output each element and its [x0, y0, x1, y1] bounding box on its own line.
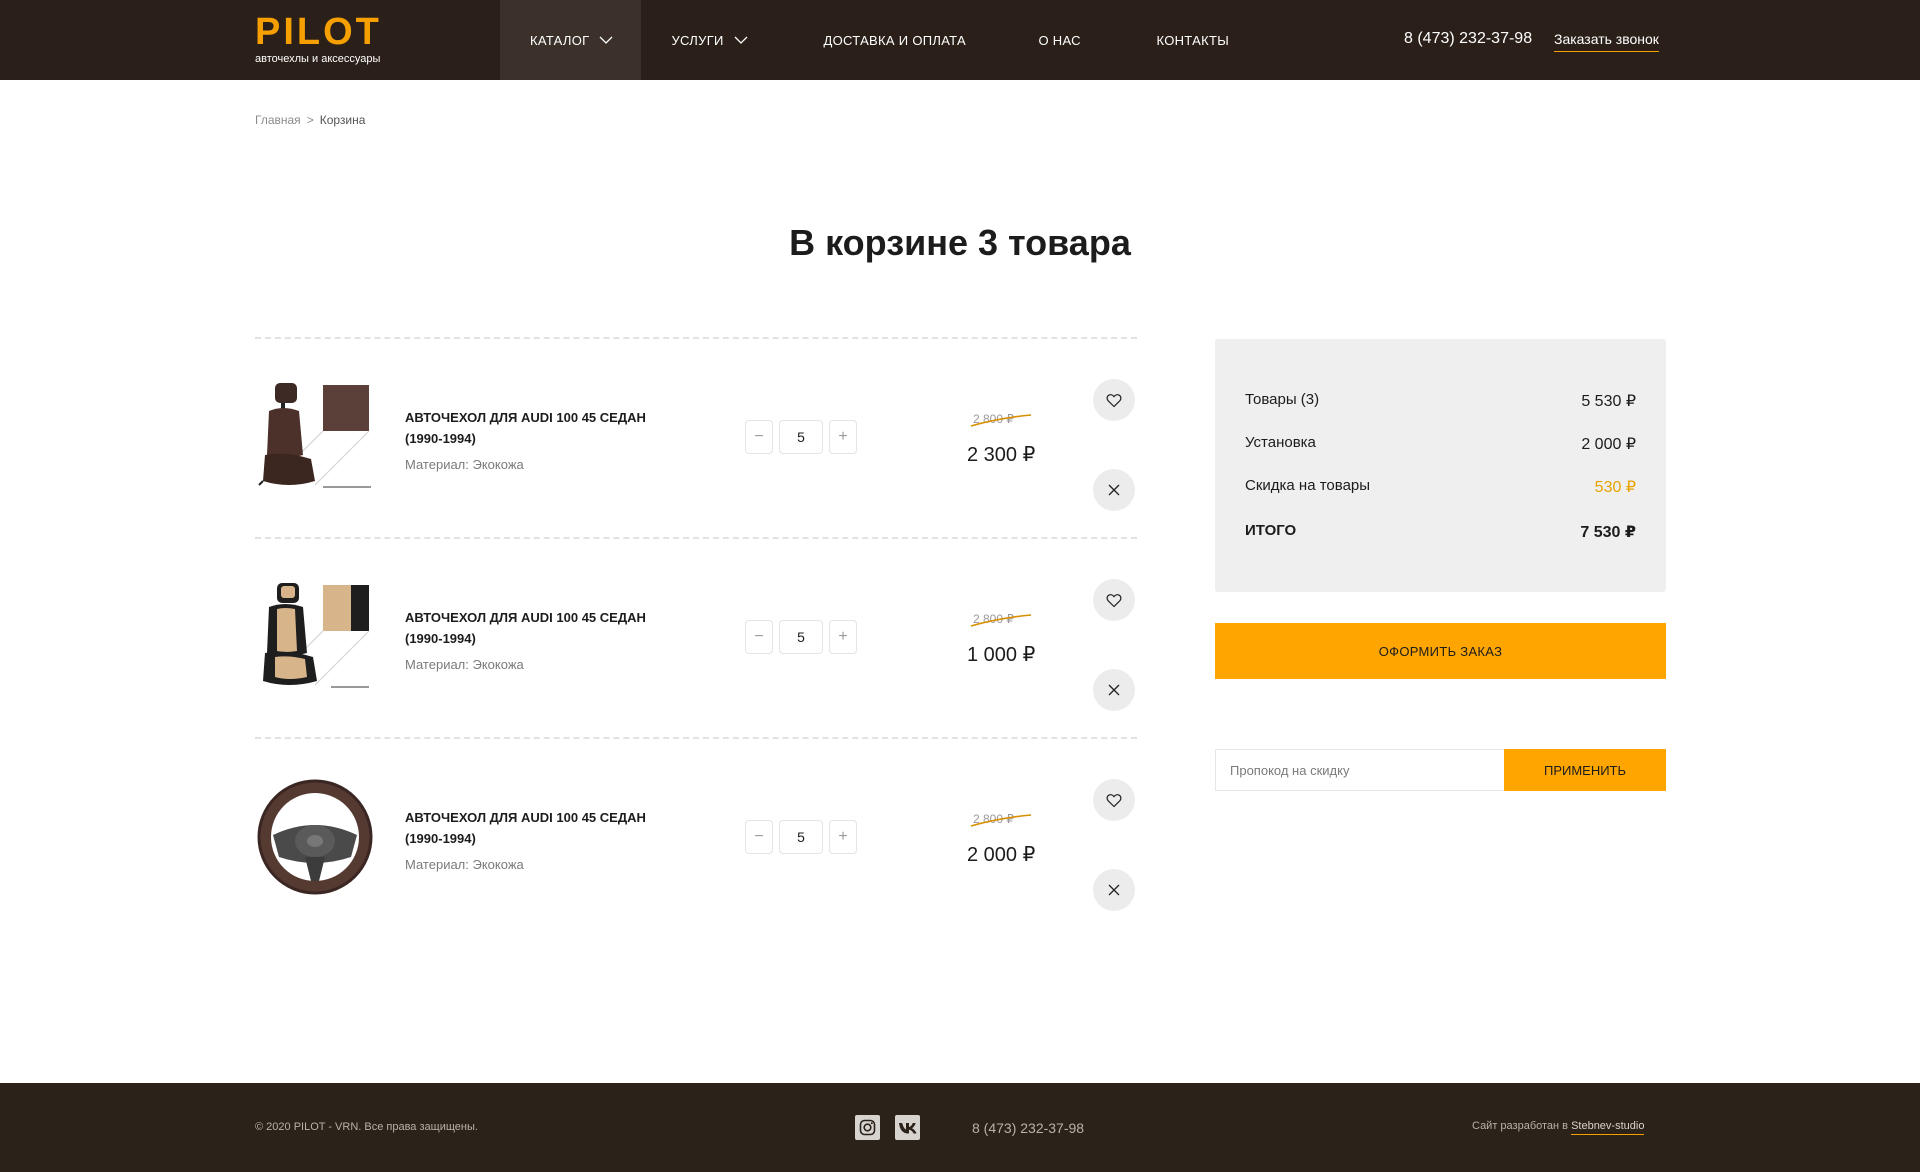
quantity-input[interactable]: 5 — [779, 420, 823, 454]
product-material: Материал: Экокожа — [405, 857, 524, 872]
nav-item-about[interactable]: О НАС — [1038, 0, 1156, 80]
product-name[interactable]: АВТОЧЕХОЛ ДЛЯ AUDI 100 45 СЕДАН (1990-19… — [405, 407, 665, 449]
brown-seat-cover-image[interactable] — [255, 377, 375, 497]
copyright: © 2020 PILOT - VRN. Все права защищены. — [255, 1121, 478, 1133]
credit-prefix: Сайт разработан в — [1472, 1120, 1568, 1132]
chevron-down-icon — [599, 34, 613, 46]
cart-item: АВТОЧЕХОЛ ДЛЯ AUDI 100 45 СЕДАН (1990-19… — [255, 737, 1137, 937]
apply-promo-button[interactable]: ПРИМЕНИТЬ — [1504, 749, 1666, 791]
product-name[interactable]: АВТОЧЕХОЛ ДЛЯ AUDI 100 45 СЕДАН (1990-19… — [405, 607, 665, 649]
nav-item-label: КОНТАКТЫ — [1156, 32, 1230, 48]
increase-quantity-button[interactable]: + — [829, 420, 857, 454]
summary-install-label: Установка — [1245, 434, 1316, 451]
decrease-quantity-button[interactable]: − — [745, 620, 773, 654]
summary-total-label: ИТОГО — [1245, 522, 1297, 539]
favorite-button[interactable] — [1093, 779, 1135, 821]
current-price: 2 300 ₽ — [967, 444, 1036, 466]
nav-item-delivery[interactable]: ДОСТАВКА И ОПЛАТА — [821, 0, 1038, 80]
breadcrumb-home[interactable]: Главная — [255, 113, 301, 127]
strikethrough-mark — [970, 414, 1032, 427]
product-material: Материал: Экокожа — [405, 657, 524, 672]
quantity-stepper: − 5 + — [745, 420, 857, 454]
favorite-button[interactable] — [1093, 579, 1135, 621]
breadcrumb: Главная > Корзина — [255, 113, 365, 127]
heart-icon — [1106, 593, 1122, 607]
summary-install-value: 2 000 ₽ — [1581, 436, 1636, 453]
heart-icon — [1106, 793, 1122, 807]
old-price: 2 800 ₽ — [970, 812, 1032, 827]
close-icon — [1108, 884, 1120, 896]
remove-item-button[interactable] — [1093, 469, 1135, 511]
developer-link[interactable]: Stebnev-studio — [1571, 1120, 1645, 1135]
cart-list: АВТОЧЕХОЛ ДЛЯ AUDI 100 45 СЕДАН (1990-19… — [255, 337, 1137, 937]
developer-credit: Сайт разработан в Stebnev-studio — [1472, 1120, 1645, 1135]
product-material: Материал: Экокожа — [405, 457, 524, 472]
nav-item-label: О НАС — [1038, 32, 1081, 48]
promo-code-input[interactable] — [1215, 749, 1504, 791]
main-nav: КАТАЛОГ УСЛУГИ ДОСТАВКА И ОПЛАТА О НАС К… — [500, 0, 1229, 80]
remove-item-button[interactable] — [1093, 869, 1135, 911]
promo-form: ПРИМЕНИТЬ — [1215, 749, 1666, 791]
steering-wheel-cover-image[interactable] — [255, 777, 375, 897]
callback-link[interactable]: Заказать звонок — [1554, 31, 1659, 52]
quantity-input[interactable]: 5 — [779, 820, 823, 854]
site-footer: © 2020 PILOT - VRN. Все права защищены. … — [0, 1083, 1920, 1172]
remove-item-button[interactable] — [1093, 669, 1135, 711]
close-icon — [1108, 484, 1120, 496]
strikethrough-mark — [970, 814, 1032, 827]
summary-discount-value: 530 ₽ — [1594, 479, 1636, 496]
breadcrumb-separator: > — [306, 113, 314, 127]
summary-discount: Скидка на товары 530 ₽ — [1245, 477, 1636, 497]
site-header: PILOT авточехлы и аксессуары КАТАЛОГ УСЛ… — [0, 0, 1920, 80]
product-name[interactable]: АВТОЧЕХОЛ ДЛЯ AUDI 100 45 СЕДАН (1990-19… — [405, 807, 665, 849]
summary-install: Установка 2 000 ₽ — [1245, 434, 1636, 454]
summary-discount-label: Скидка на товары — [1245, 477, 1371, 494]
logo-subtitle: авточехлы и аксессуары — [255, 53, 381, 65]
summary-total: ИТОГО 7 530 ₽ — [1245, 522, 1636, 542]
beige-seat-cover-image[interactable] — [255, 577, 375, 697]
old-price: 2 800 ₽ — [970, 612, 1032, 627]
heart-icon — [1106, 393, 1122, 407]
quantity-input[interactable]: 5 — [779, 620, 823, 654]
current-price: 2 000 ₽ — [967, 844, 1036, 866]
nav-item-label: КАТАЛОГ — [530, 32, 590, 48]
page-title: В корзине 3 товара — [789, 222, 1131, 263]
increase-quantity-button[interactable]: + — [829, 820, 857, 854]
summary-total-value: 7 530 ₽ — [1580, 524, 1636, 541]
nav-item-label: УСЛУГИ — [671, 32, 724, 48]
increase-quantity-button[interactable]: + — [829, 620, 857, 654]
summary-goods-value: 5 530 ₽ — [1581, 393, 1636, 410]
breadcrumb-current: Корзина — [319, 113, 366, 127]
nav-item-catalog[interactable]: КАТАЛОГ — [500, 0, 642, 80]
nav-item-contacts[interactable]: КОНТАКТЫ — [1156, 0, 1229, 80]
current-price: 1 000 ₽ — [967, 644, 1036, 666]
chevron-down-icon — [734, 34, 748, 46]
logo-title: PILOT — [255, 11, 382, 53]
nav-item-services[interactable]: УСЛУГИ — [641, 0, 821, 80]
nav-item-label: ДОСТАВКА И ОПЛАТА — [823, 32, 966, 48]
vk-icon[interactable] — [895, 1115, 920, 1140]
quantity-stepper: − 5 + — [745, 620, 857, 654]
order-summary: Товары (3) 5 530 ₽ Установка 2 000 ₽ Ски… — [1215, 339, 1666, 592]
old-price: 2 800 ₽ — [970, 412, 1032, 427]
decrease-quantity-button[interactable]: − — [745, 420, 773, 454]
cart-item: АВТОЧЕХОЛ ДЛЯ AUDI 100 45 СЕДАН (1990-19… — [255, 337, 1137, 537]
instagram-icon[interactable] — [855, 1115, 880, 1140]
favorite-button[interactable] — [1093, 379, 1135, 421]
decrease-quantity-button[interactable]: − — [745, 820, 773, 854]
close-icon — [1108, 684, 1120, 696]
quantity-stepper: − 5 + — [745, 820, 857, 854]
header-phone[interactable]: 8 (473) 232-37-98 — [1404, 30, 1532, 48]
cart-item: АВТОЧЕХОЛ ДЛЯ AUDI 100 45 СЕДАН (1990-19… — [255, 537, 1137, 737]
logo[interactable]: PILOT авточехлы и аксессуары — [255, 11, 382, 65]
checkout-button[interactable]: ОФОРМИТЬ ЗАКАЗ — [1215, 623, 1666, 679]
strikethrough-mark — [970, 614, 1032, 627]
summary-goods: Товары (3) 5 530 ₽ — [1245, 391, 1636, 411]
summary-goods-label: Товары (3) — [1245, 391, 1320, 408]
footer-phone[interactable]: 8 (473) 232-37-98 — [972, 1120, 1084, 1136]
